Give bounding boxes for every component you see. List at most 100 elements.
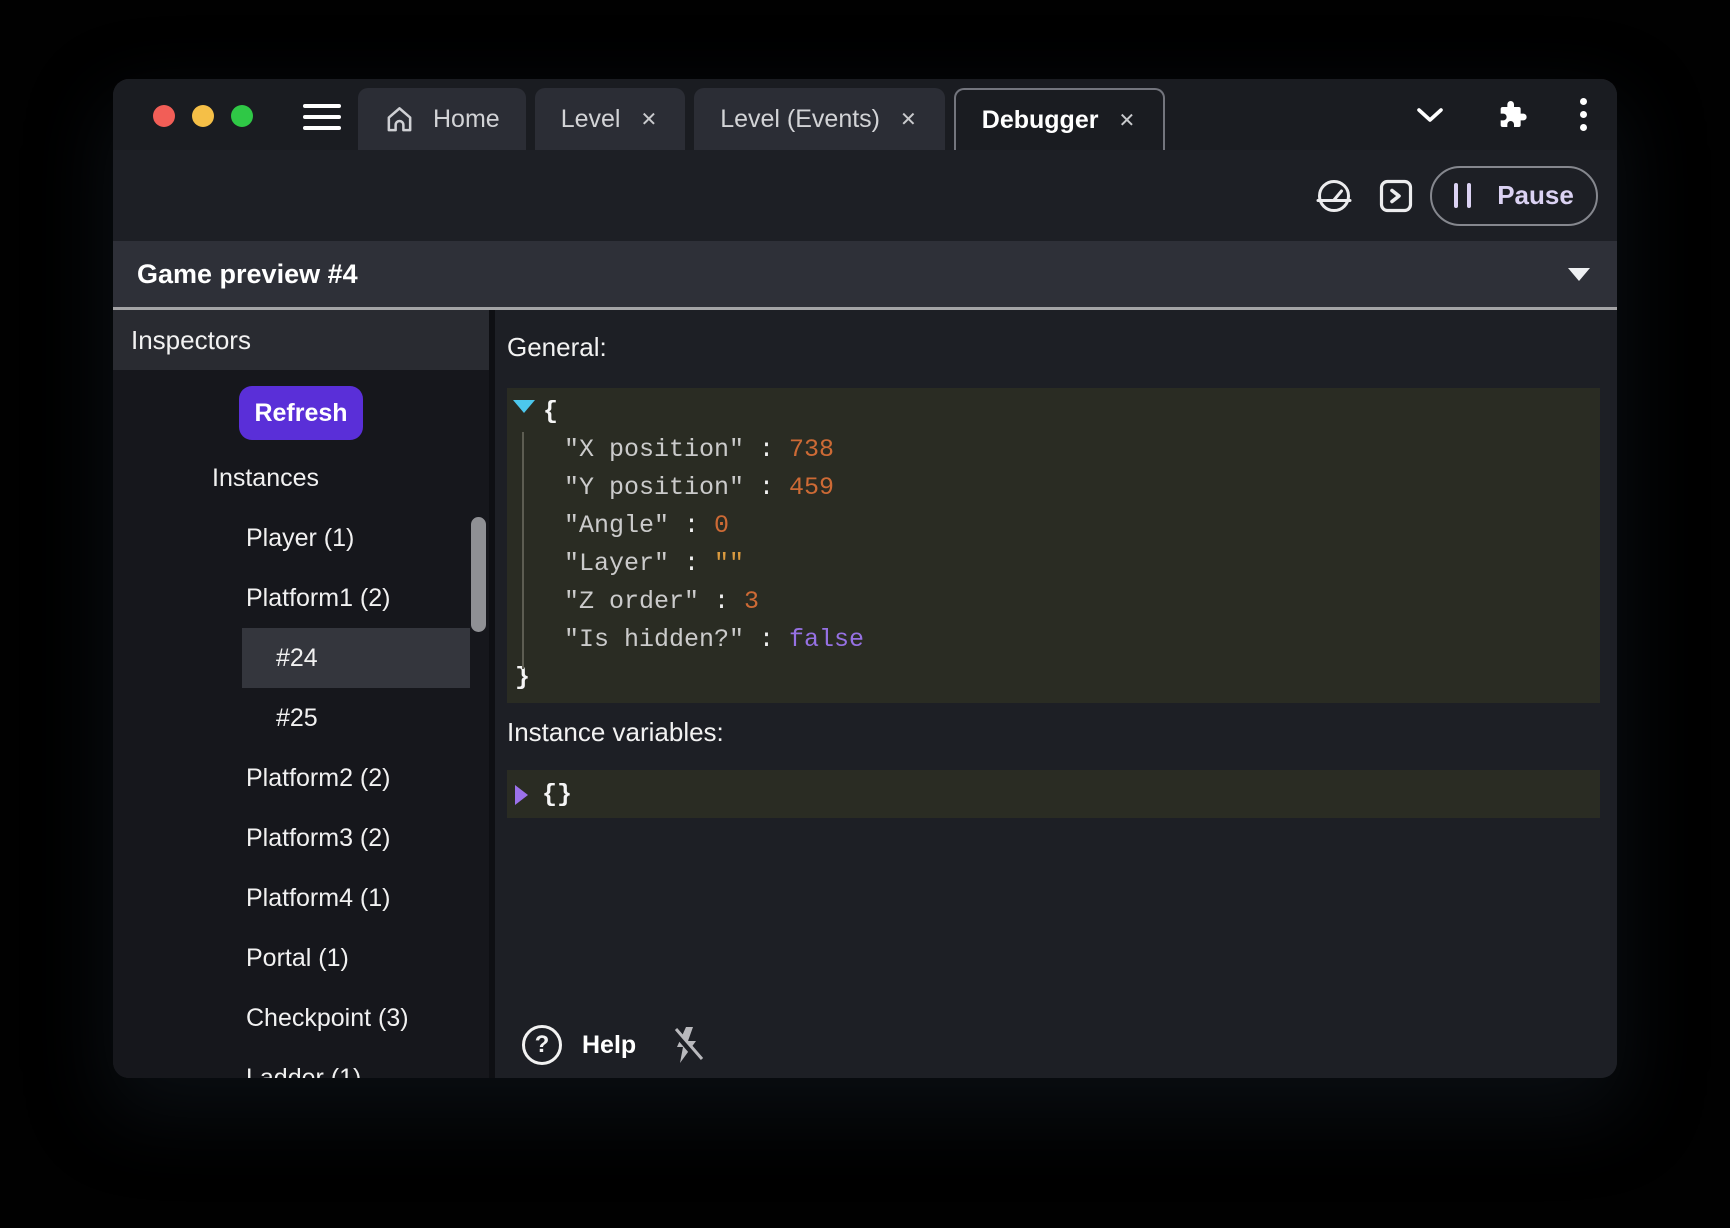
property-key: "Y position": [564, 473, 744, 502]
json-open-brace: {: [507, 393, 1600, 431]
json-properties: "X position" : 738"Y position" : 459"Ang…: [507, 431, 1600, 659]
key-value-separator: :: [699, 587, 744, 616]
property-key: "Angle": [564, 511, 669, 540]
debugger-toolbar: Pause: [113, 150, 1617, 241]
property-value[interactable]: 0: [714, 511, 729, 540]
help-row: ? Help: [522, 1023, 705, 1067]
help-question-icon[interactable]: ?: [522, 1025, 562, 1065]
tree-item-platform1-2[interactable]: Platform1 (2): [113, 568, 489, 628]
property-value[interactable]: 459: [789, 473, 834, 502]
tree-item-label: #24: [276, 644, 318, 672]
key-value-separator: :: [669, 511, 714, 540]
tree-item-platform2-2[interactable]: Platform2 (2): [113, 748, 489, 808]
content-area: Inspectors Refresh Instances Player (1) Pl…: [113, 310, 1617, 1078]
chevron-down-icon[interactable]: [1416, 107, 1444, 123]
flash-off-icon[interactable]: [669, 1024, 705, 1066]
zoom-window-button[interactable]: [231, 105, 253, 127]
tab-level-events-[interactable]: Level (Events) ✕: [694, 88, 945, 150]
titlebar-right-actions: [1416, 79, 1617, 150]
game-preview-title: Game preview #4: [137, 259, 1568, 290]
key-value-separator: :: [669, 549, 714, 578]
tab-label: Level: [561, 105, 621, 134]
inspectors-header-label: Inspectors: [131, 325, 251, 356]
dropdown-caret-icon: [1568, 268, 1590, 281]
json-property-y-position: "Y position" : 459: [507, 469, 1600, 507]
tab-close-icon[interactable]: ✕: [1116, 108, 1137, 132]
pause-icon: [1454, 183, 1471, 208]
tree-item-label: #25: [276, 704, 318, 732]
json-property-is-hidden: "Is hidden?" : false: [507, 621, 1600, 659]
inspector-panel: General: { "X position" : 738"Y position…: [495, 310, 1617, 1078]
more-options-kebab-icon[interactable]: [1580, 98, 1587, 131]
profiler-speedometer-icon[interactable]: [1316, 178, 1352, 214]
tree-item-label: Player (1): [246, 524, 354, 552]
key-value-separator: :: [744, 435, 789, 464]
tree-item-label: Ladder (1): [246, 1064, 361, 1078]
property-value[interactable]: "": [714, 549, 744, 578]
main-menu-icon[interactable]: [303, 104, 341, 130]
sidebar-scrollbar-thumb[interactable]: [471, 517, 486, 632]
tab-home[interactable]: Home: [358, 88, 526, 150]
property-value[interactable]: 738: [789, 435, 834, 464]
key-value-separator: :: [744, 625, 789, 654]
key-value-separator: :: [744, 473, 789, 502]
refresh-button[interactable]: Refresh: [239, 386, 363, 440]
tree-item-label: Platform3 (2): [246, 824, 390, 852]
help-label: Help: [582, 1031, 636, 1060]
json-property-layer: "Layer" : "": [507, 545, 1600, 583]
inspectors-header: Inspectors: [113, 310, 489, 370]
property-value[interactable]: 3: [744, 587, 759, 616]
tree-item-portal-1[interactable]: Portal (1): [113, 928, 489, 988]
tree-item-platform3-2[interactable]: Platform3 (2): [113, 808, 489, 868]
tree-item-instances[interactable]: Instances: [113, 448, 489, 508]
tree-item-25[interactable]: #25: [113, 688, 489, 748]
inspectors-body: Refresh Instances Player (1) Platform1 (2)…: [113, 370, 489, 1078]
tree-item-player-1[interactable]: Player (1): [113, 508, 489, 568]
tree-item-checkpoint-3[interactable]: Checkpoint (3): [113, 988, 489, 1048]
extensions-puzzle-icon[interactable]: [1496, 99, 1528, 131]
tree-item-label: Portal (1): [246, 944, 349, 972]
general-section-label: General:: [507, 332, 1617, 363]
tree-item-24[interactable]: #24: [242, 628, 470, 688]
tab-bar: Home Level ✕ Level (Events) ✕ Debugger ✕: [358, 88, 1165, 150]
json-property-z-order: "Z order" : 3: [507, 583, 1600, 621]
tab-close-icon[interactable]: ✕: [638, 107, 659, 131]
tab-label: Debugger: [982, 106, 1099, 135]
tree-item-ladder-1[interactable]: Ladder (1): [113, 1048, 489, 1078]
tree-item-label: Platform4 (1): [246, 884, 390, 912]
tree-item-platform4-1[interactable]: Platform4 (1): [113, 868, 489, 928]
pause-button-label: Pause: [1497, 180, 1574, 211]
console-icon[interactable]: [1379, 179, 1413, 213]
tree-guide-line: [522, 432, 524, 669]
debugger-window: Home Level ✕ Level (Events) ✕ Debugger ✕: [113, 79, 1617, 1078]
game-preview-selector[interactable]: Game preview #4: [113, 241, 1617, 307]
instance-variables-label: Instance variables:: [507, 717, 1617, 748]
instance-variables-json: {}: [507, 770, 1600, 818]
property-key: "Is hidden?": [564, 625, 744, 654]
tab-close-icon[interactable]: ✕: [898, 107, 919, 131]
property-key: "Layer": [564, 549, 669, 578]
json-property-x-position: "X position" : 738: [507, 431, 1600, 469]
property-key: "Z order": [564, 587, 699, 616]
minimize-window-button[interactable]: [192, 105, 214, 127]
tab-label: Home: [433, 105, 500, 134]
pause-button[interactable]: Pause: [1430, 166, 1598, 226]
property-value[interactable]: false: [789, 625, 864, 654]
inspectors-sidebar: Inspectors Refresh Instances Player (1) Pl…: [113, 310, 489, 1078]
traffic-lights: [153, 105, 253, 127]
desktop-background: Home Level ✕ Level (Events) ✕ Debugger ✕: [0, 0, 1730, 1228]
general-properties-json: { "X position" : 738"Y position" : 459"A…: [507, 388, 1600, 703]
empty-object-value: {}: [542, 780, 572, 809]
tab-level[interactable]: Level ✕: [535, 88, 686, 150]
home-icon: [384, 104, 415, 135]
close-window-button[interactable]: [153, 105, 175, 127]
instances-tree: Instances Player (1) Platform1 (2) #24 #25 Pl…: [113, 448, 489, 1078]
json-close-brace: }: [507, 659, 1600, 697]
tree-item-label: Platform1 (2): [246, 584, 390, 612]
json-property-angle: "Angle" : 0: [507, 507, 1600, 545]
property-key: "X position": [564, 435, 744, 464]
expand-collapsed-icon[interactable]: [515, 785, 528, 805]
tree-item-label: Checkpoint (3): [246, 1004, 409, 1032]
tab-debugger[interactable]: Debugger ✕: [954, 88, 1165, 150]
tab-label: Level (Events): [720, 105, 880, 134]
